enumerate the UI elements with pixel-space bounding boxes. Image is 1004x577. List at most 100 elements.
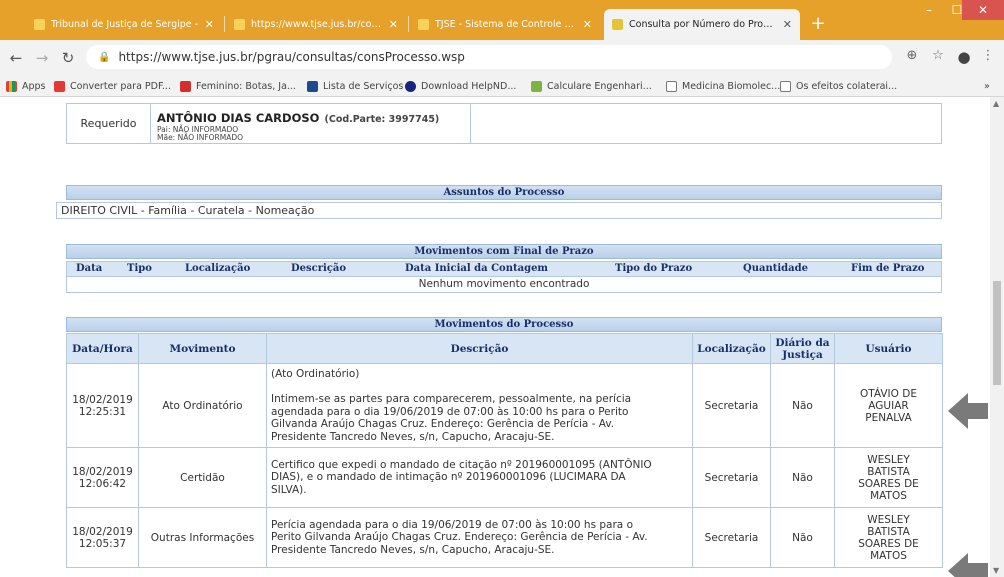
bookmarks-overflow-button[interactable]: » bbox=[984, 78, 990, 94]
bookmark-efeitos[interactable]: Os efeitos colaterai... bbox=[780, 78, 897, 94]
new-tab-button[interactable]: + bbox=[808, 14, 828, 34]
tjse-favicon-icon bbox=[418, 19, 429, 30]
left-arrow-icon bbox=[948, 393, 988, 429]
document-favicon-icon bbox=[612, 19, 623, 30]
scroll-up-icon[interactable]: ▲ bbox=[993, 99, 999, 108]
cell-usuario: OTÁVIO DE AGUIAR PENALVA bbox=[834, 363, 943, 448]
bookmarks-bar: Apps Converter para PDF... Feminino: Bot… bbox=[0, 75, 1004, 97]
store-icon bbox=[180, 80, 191, 92]
account-icon[interactable]: ● bbox=[954, 48, 974, 66]
close-icon[interactable]: ✕ bbox=[783, 18, 792, 31]
bookmark-label: Download HelpND... bbox=[421, 80, 517, 92]
tab-controle[interactable]: https://www.tjse.jus.br/controleu ✕ bbox=[226, 9, 406, 40]
tjse-favicon-icon bbox=[34, 19, 45, 30]
movimentos-table: Data/Hora Movimento Descrição Localizaçã… bbox=[66, 333, 943, 568]
movimentos-header: Movimentos do Processo bbox=[66, 317, 942, 332]
usuario-line: MATOS bbox=[870, 489, 907, 502]
bookmark-pdf[interactable]: Converter para PDF... bbox=[54, 78, 171, 94]
bookmark-helpnd[interactable]: Download HelpND... bbox=[405, 78, 516, 94]
prazo-columns: Data Tipo Localização Descrição Data Ini… bbox=[66, 261, 942, 277]
desc-line: Perícia agendada para o dia 19/06/2019 d… bbox=[271, 518, 633, 531]
usuario-line: MATOS bbox=[870, 549, 907, 562]
zoom-icon[interactable]: ⊕ bbox=[902, 48, 922, 63]
cell-usuario: WESLEY BATISTA SOARES DE MATOS bbox=[834, 507, 943, 568]
url-text: https://www.tjse.jus.br/pgrau/consultas/… bbox=[118, 50, 465, 64]
tab-consulta-processo[interactable]: Consulta por Número do Proces ✕ bbox=[604, 9, 800, 40]
bookmark-calculare[interactable]: Calculare Engenhari... bbox=[531, 78, 652, 94]
bookmark-label: Os efeitos colaterai... bbox=[796, 80, 898, 92]
usuario-line: SOARES DE bbox=[858, 537, 919, 550]
address-bar[interactable]: 🔒 https://www.tjse.jus.br/pgrau/consulta… bbox=[86, 45, 892, 69]
bookmark-label: Apps bbox=[22, 80, 46, 92]
bookmark-medicina[interactable]: Medicina Biomolec... bbox=[666, 78, 780, 94]
tab-tribunal[interactable]: Tribunal de Justiça de Sergipe - ✕ bbox=[26, 9, 222, 40]
table-row: 18/02/2019 12:06:42 Certidão Certifico qu… bbox=[66, 447, 943, 508]
page-content: Requerido ANTÔNIO DIAS CARDOSO (Cod.Part… bbox=[0, 97, 990, 577]
cell-movimento: Certidão bbox=[138, 447, 267, 508]
desc-line: agendada para o dia 19/06/2019 de 07:00 … bbox=[271, 405, 629, 418]
list-icon bbox=[307, 80, 318, 92]
assuntos-header: Assuntos do Processo bbox=[66, 185, 942, 200]
cell-localizacao: Secretaria bbox=[692, 447, 771, 508]
bookmark-label: Calculare Engenhari... bbox=[547, 80, 652, 92]
bookmark-servicos[interactable]: Lista de Serviços bbox=[307, 78, 403, 94]
apps-grid-icon bbox=[6, 80, 17, 92]
bookmark-feminino[interactable]: Feminino: Botas, Ja... bbox=[180, 78, 296, 94]
prazo-col-data-inicial: Data Inicial da Contagem bbox=[405, 263, 549, 274]
tab-title: Consulta por Número do Proces bbox=[629, 19, 777, 30]
cell-descricao: Certifico que expedi o mandado de citaçã… bbox=[266, 447, 693, 508]
cell-usuario: WESLEY BATISTA SOARES DE MATOS bbox=[834, 447, 943, 508]
prazo-empty-message: Nenhum movimento encontrado bbox=[66, 277, 942, 293]
usuario-line: OTÁVIO DE bbox=[860, 387, 917, 400]
usuario-line: AGUIAR bbox=[868, 399, 909, 412]
menu-icon[interactable]: ⋮ bbox=[978, 48, 998, 63]
desc-line: Gilvanda Araújo Chagas Cruz. Endereço: G… bbox=[271, 418, 615, 430]
bookmark-apps[interactable]: Apps bbox=[6, 78, 46, 94]
cell-datetime: 18/02/2019 12:05:37 bbox=[66, 507, 139, 568]
cell-movimento: Outras Informações bbox=[138, 507, 267, 568]
cell-movimento: Ato Ordinatório bbox=[138, 363, 267, 448]
pdf-icon bbox=[54, 80, 65, 92]
close-icon[interactable]: ✕ bbox=[583, 18, 592, 31]
usuario-line: BATISTA bbox=[867, 465, 910, 478]
cell-descricao: (Ato Ordinatório) Intimem-se as partes p… bbox=[266, 363, 693, 448]
usuario-line: WESLEY bbox=[867, 453, 910, 466]
tab-title: TJSE - Sistema de Controle Proce bbox=[435, 19, 577, 30]
page-icon bbox=[780, 80, 791, 92]
prazo-col-tipo-prazo: Tipo do Prazo bbox=[615, 263, 693, 274]
window-close-button[interactable]: ✕ bbox=[962, 0, 1004, 20]
date: 18/02/2019 bbox=[72, 393, 133, 406]
close-icon[interactable]: ✕ bbox=[205, 18, 214, 31]
col-movimento: Movimento bbox=[138, 333, 267, 364]
col-diario: Diário da Justiça bbox=[770, 333, 835, 364]
prazo-col-descricao: Descrição bbox=[291, 263, 347, 274]
requerido-name: ANTÔNIO DIAS CARDOSO bbox=[157, 111, 320, 125]
cell-diario: Não bbox=[770, 363, 835, 448]
time: 12:06:42 bbox=[78, 477, 127, 490]
tab-sistema-controle[interactable]: TJSE - Sistema de Controle Proce ✕ bbox=[410, 9, 600, 40]
cell-diario: Não bbox=[770, 507, 835, 568]
desc-line: Presidente Tancredo Neves, s/n, Capucho,… bbox=[271, 543, 555, 556]
prazo-header: Movimentos com Final de Prazo bbox=[66, 244, 942, 259]
scroll-thumb[interactable] bbox=[993, 281, 1001, 385]
bookmark-label: Feminino: Botas, Ja... bbox=[196, 80, 296, 92]
requerido-mae: Mãe: NÃO INFORMADO bbox=[157, 133, 244, 142]
table-row: 18/02/2019 12:05:37 Outras Informações Pe… bbox=[66, 507, 943, 568]
col-localizacao: Localização bbox=[692, 333, 771, 364]
page-icon bbox=[666, 80, 677, 92]
minimize-button[interactable]: – bbox=[916, 0, 942, 20]
desc-line: Intimem-se as partes para comparecerem, … bbox=[271, 393, 632, 405]
star-icon[interactable]: ☆ bbox=[928, 48, 948, 63]
date: 18/02/2019 bbox=[72, 525, 133, 538]
forward-arrow-icon[interactable]: → bbox=[32, 48, 52, 68]
scroll-down-icon[interactable]: ▼ bbox=[993, 566, 999, 575]
back-arrow-icon[interactable]: ← bbox=[6, 48, 26, 68]
vertical-scrollbar[interactable]: ▲ ▼ bbox=[990, 97, 1004, 577]
table-row: 18/02/2019 12:25:31 Ato Ordinatório (Ato … bbox=[66, 363, 943, 448]
bookmark-label: Converter para PDF... bbox=[70, 80, 171, 92]
cell-datetime: 18/02/2019 12:25:31 bbox=[66, 363, 139, 448]
reload-icon[interactable]: ↻ bbox=[58, 48, 78, 68]
usuario-line: WESLEY bbox=[867, 513, 910, 526]
desc-line bbox=[271, 381, 688, 394]
close-icon[interactable]: ✕ bbox=[389, 18, 398, 31]
